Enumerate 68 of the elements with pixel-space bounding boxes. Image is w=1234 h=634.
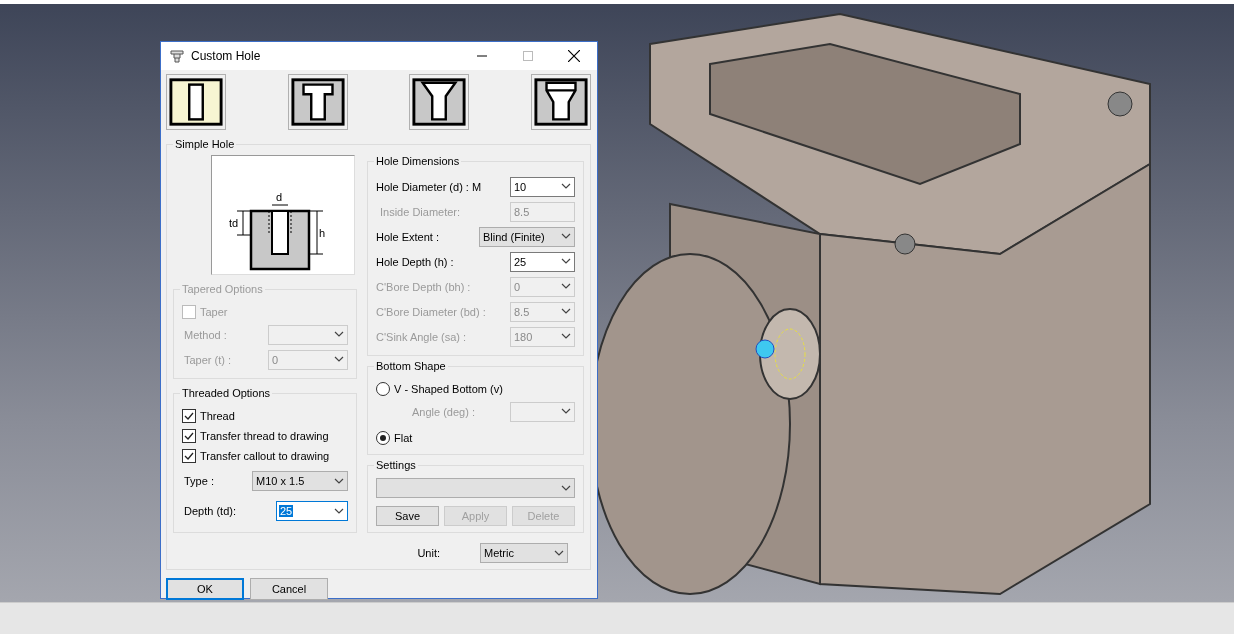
field-label: Taper (t) : <box>183 353 232 366</box>
chevron-down-icon <box>561 183 571 190</box>
group-title: Hole Dimensions <box>374 155 462 167</box>
chevron-down-icon <box>561 258 571 265</box>
dropdown-field[interactable]: 25 <box>276 501 348 521</box>
window-title: Custom Hole <box>191 49 262 63</box>
radio-label: Flat <box>394 432 413 444</box>
group-title: Tapered Options <box>180 283 265 295</box>
field-label: Hole Diameter (d) : M <box>376 180 482 193</box>
field-label: Angle (deg) : <box>412 405 475 418</box>
dialog-button[interactable]: Cancel <box>250 578 328 600</box>
settings-button[interactable]: Save <box>376 506 439 526</box>
hole-profile-icon <box>532 76 589 128</box>
radio-button[interactable] <box>376 382 390 396</box>
hole-profile-icon <box>168 76 224 128</box>
dropdown-field[interactable]: Blind (Finite) <box>479 226 575 247</box>
hole-type-button[interactable] <box>287 74 348 130</box>
hole-profile-icon <box>289 76 346 128</box>
field-label: Hole Extent : <box>376 230 439 243</box>
chevron-down-icon <box>561 333 571 340</box>
chevron-down-icon <box>561 308 571 315</box>
field-label: C'Bore Depth (bh) : <box>376 280 471 293</box>
dropdown-field[interactable]: Metric <box>480 543 568 563</box>
chevron-down-icon <box>334 507 344 515</box>
chevron-down-icon <box>561 484 571 492</box>
close-icon <box>568 50 580 62</box>
group-title: Settings <box>374 459 418 471</box>
dropdown-field[interactable]: 25 <box>510 251 575 272</box>
field-label: Inside Diameter: <box>379 205 461 218</box>
hole-type-button[interactable] <box>530 74 591 130</box>
field-label: C'Bore Diameter (bd) : <box>376 305 486 318</box>
radio-button[interactable] <box>376 431 390 445</box>
chevron-down-icon <box>334 477 344 485</box>
maximize-icon <box>523 51 533 61</box>
dialog-button[interactable]: OK <box>166 578 244 600</box>
group-title: Bottom Shape <box>374 360 448 372</box>
checkbox-label: Thread <box>200 410 235 422</box>
diagram-label: td <box>229 217 239 229</box>
chevron-down-icon <box>334 356 344 363</box>
checkbox[interactable] <box>182 449 196 463</box>
dropdown-field[interactable]: 10 <box>510 176 575 197</box>
field-label: Method : <box>183 328 227 341</box>
checkbox-label: Transfer thread to drawing <box>200 430 329 442</box>
field-label: Type : <box>183 475 214 487</box>
field-label: Unit: <box>417 547 440 559</box>
checkbox[interactable] <box>182 429 196 443</box>
field-label: Hole Depth (h) : <box>376 255 454 268</box>
checkbox-label: Transfer callout to drawing <box>200 450 330 462</box>
group-title: Threaded Options <box>180 387 273 399</box>
hole-profile-icon <box>411 76 468 128</box>
dropdown-field[interactable]: M10 x 1.5 <box>252 471 348 491</box>
diagram-label: d <box>276 191 283 203</box>
chevron-down-icon <box>561 233 571 240</box>
checkbox-label: Taper <box>200 306 228 318</box>
hole-tool-icon <box>169 48 185 64</box>
field-label: Depth (td): <box>183 505 236 517</box>
group-title: Simple Hole <box>173 138 237 150</box>
chevron-down-icon <box>554 549 564 557</box>
chevron-down-icon <box>334 331 344 338</box>
hole-type-button[interactable] <box>409 74 470 130</box>
dropdown-field[interactable] <box>376 478 575 498</box>
chevron-down-icon <box>561 283 571 290</box>
field-label: C'Sink Angle (sa) : <box>376 330 467 343</box>
chevron-down-icon <box>561 408 571 415</box>
radio-label: V - Shaped Bottom (v) <box>394 383 503 395</box>
diagram-label: h <box>319 227 326 239</box>
checkbox[interactable] <box>182 409 196 423</box>
hole-type-button[interactable] <box>166 74 226 130</box>
